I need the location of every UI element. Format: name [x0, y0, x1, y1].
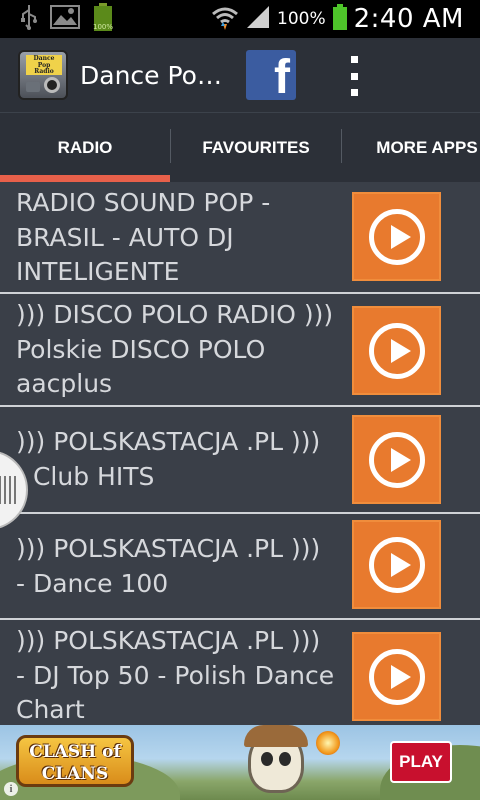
facebook-button[interactable]: f: [246, 50, 296, 100]
app-icon-label: Dance Pop Radio: [26, 55, 62, 75]
play-icon: [368, 536, 425, 593]
play-icon: [368, 431, 425, 488]
play-button[interactable]: [352, 415, 441, 504]
station-name: ))) DISCO POLO RADIO ))) Polskie DISCO P…: [16, 300, 350, 398]
app-icon[interactable]: Dance Pop Radio: [18, 50, 68, 100]
play-icon: [368, 208, 425, 265]
action-bar: Dance Pop Radio Dance Po… f: [0, 38, 480, 112]
ad-banner[interactable]: CLASH of CLANS PLAY i: [0, 725, 480, 800]
list-item[interactable]: ))) POLSKASTACJA .PL ))) - DJ Top 50 - P…: [0, 620, 480, 725]
speaker-icon: [44, 77, 60, 93]
facebook-icon: f: [274, 51, 290, 101]
list-item[interactable]: ))) POLSKASTACJA .PL ))) - Dance 100: [0, 514, 480, 620]
radio-dial-icon: [26, 82, 40, 92]
list-item[interactable]: ))) POLSKASTACJA .PL ))) - Club HITS: [0, 407, 480, 514]
image-icon: [50, 5, 80, 33]
tab-more-apps[interactable]: MORE APPS: [342, 113, 480, 183]
list-item[interactable]: ))) DISCO POLO RADIO ))) Polskie DISCO P…: [0, 294, 480, 407]
list-item[interactable]: RADIO SOUND POP - BRASIL - AUTO DJ INTEL…: [0, 182, 480, 294]
svg-text:100%: 100%: [93, 23, 113, 31]
overflow-dot-icon: [350, 56, 358, 63]
ad-game-logo: CLASH of CLANS: [16, 735, 134, 787]
app-icon-line-3: Radio: [34, 68, 54, 75]
battery-icon: [332, 3, 348, 35]
status-bar: 100% 100% 2:40 AM: [0, 0, 480, 38]
station-list[interactable]: RADIO SOUND POP - BRASIL - AUTO DJ INTEL…: [0, 182, 480, 725]
play-button[interactable]: [352, 520, 441, 609]
usb-icon: [20, 4, 38, 34]
play-button[interactable]: [352, 632, 441, 721]
battery-percent: 100%: [277, 9, 326, 29]
overflow-dot-icon: [350, 72, 358, 80]
battery-full-icon: 100%: [92, 2, 114, 36]
overflow-menu-button[interactable]: [344, 56, 364, 96]
clock: 2:40 AM: [353, 4, 464, 34]
ad-play-button[interactable]: PLAY: [390, 741, 452, 783]
play-button[interactable]: [352, 192, 441, 281]
play-icon: [368, 648, 425, 705]
wifi-icon: [211, 4, 239, 34]
ad-info-icon[interactable]: i: [4, 782, 18, 796]
station-name: ))) POLSKASTACJA .PL ))) - DJ Top 50 - P…: [16, 626, 343, 724]
helmet-icon: [244, 725, 308, 747]
station-name: RADIO SOUND POP - BRASIL - AUTO DJ INTEL…: [16, 188, 279, 286]
fire-icon: [316, 731, 340, 755]
play-button[interactable]: [352, 306, 441, 395]
app-title: Dance Po…: [80, 60, 222, 90]
station-name: ))) POLSKASTACJA .PL ))) - Club HITS: [16, 427, 329, 491]
station-name: ))) POLSKASTACJA .PL ))) - Dance 100: [16, 534, 329, 598]
tab-bar: RADIO FAVOURITES MORE APPS: [0, 112, 480, 183]
tab-favourites[interactable]: FAVOURITES: [171, 113, 341, 183]
signal-icon: [245, 4, 271, 34]
overflow-dot-icon: [350, 89, 358, 96]
tab-radio[interactable]: RADIO: [0, 113, 170, 183]
play-icon: [368, 322, 425, 379]
drag-handle-icon: [0, 476, 16, 504]
